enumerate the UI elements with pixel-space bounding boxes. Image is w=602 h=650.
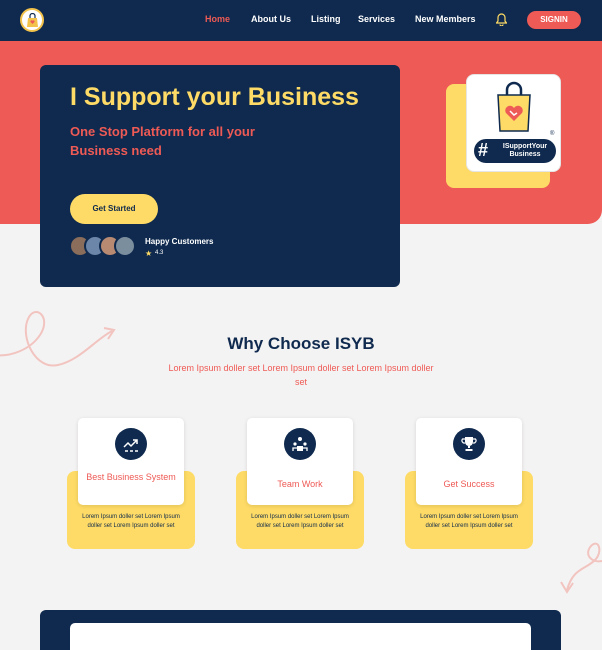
- feature-icon-badge: [284, 428, 316, 460]
- rating-value: 4.3: [155, 250, 164, 256]
- nav-link-services[interactable]: Services: [358, 14, 395, 24]
- avatar: [114, 235, 136, 257]
- team-icon: [292, 437, 308, 451]
- feature-card-team-work[interactable]: Team Work Lorem Ipsum doller set Lorem I…: [236, 418, 364, 550]
- top-navbar: Home About Us Listing Services New Membe…: [0, 0, 602, 41]
- feature-description: Lorem Ipsum doller set Lorem Ipsum dolle…: [251, 514, 349, 529]
- get-started-button[interactable]: Get Started: [70, 194, 158, 224]
- feature-icon-badge: [115, 428, 147, 460]
- bottom-section-card: [40, 610, 561, 650]
- registered-mark: ®: [550, 131, 555, 137]
- growth-chart-icon: [123, 439, 138, 452]
- brand-logo-card: ® # ISupportYour Business: [466, 74, 561, 172]
- shopping-bag-icon: [497, 81, 531, 132]
- nav-link-home[interactable]: Home: [205, 14, 230, 24]
- curl-arrow-right-decoration: [560, 542, 602, 594]
- feature-card-get-success[interactable]: Get Success Lorem Ipsum doller set Lorem…: [405, 418, 533, 550]
- happy-customers-label: Happy Customers: [145, 237, 214, 246]
- feature-card-top: Team Work: [247, 418, 353, 505]
- section-title: Why Choose ISYB: [227, 334, 375, 353]
- trophy-icon: [461, 437, 477, 451]
- hashtag-symbol: #: [478, 140, 489, 160]
- hero-title: I Support your Business: [70, 83, 359, 111]
- brand-logo[interactable]: [20, 8, 44, 32]
- customer-avatars: [69, 235, 139, 257]
- feature-card-top: Best Business System: [78, 418, 184, 505]
- feature-title: Get Success: [443, 479, 495, 489]
- feature-card-best-business[interactable]: Best Business System Lorem Ipsum doller …: [67, 418, 195, 550]
- hero-card: I Support your Business One Stop Platfor…: [40, 65, 400, 287]
- nav-link-listing[interactable]: Listing: [311, 14, 341, 24]
- feature-description: Lorem Ipsum doller set Lorem Ipsum dolle…: [82, 514, 180, 529]
- hashtag-text: ISupportYour Business: [502, 143, 548, 158]
- signin-button[interactable]: SIGNIN: [527, 11, 581, 29]
- nav-link-about-us[interactable]: About Us: [251, 14, 291, 24]
- brand-hashtag-badge: # ISupportYour Business: [474, 139, 556, 163]
- hero-subtitle: One Stop Platform for all your Business …: [70, 124, 255, 158]
- bell-icon[interactable]: [496, 13, 507, 26]
- shopping-bag-logo-icon: [27, 13, 38, 27]
- feature-icon-badge: [453, 428, 485, 460]
- section-subtitle: Lorem Ipsum doller set Lorem Ipsum dolle…: [168, 363, 434, 387]
- bottom-section-inner-panel: [70, 623, 531, 650]
- feature-description: Lorem Ipsum doller set Lorem Ipsum dolle…: [420, 514, 518, 529]
- star-icon: ★: [145, 249, 153, 258]
- feature-title: Best Business System: [86, 472, 176, 482]
- nav-link-new-members[interactable]: New Members: [415, 14, 476, 24]
- feature-title: Team Work: [277, 479, 323, 489]
- feature-card-top: Get Success: [416, 418, 522, 505]
